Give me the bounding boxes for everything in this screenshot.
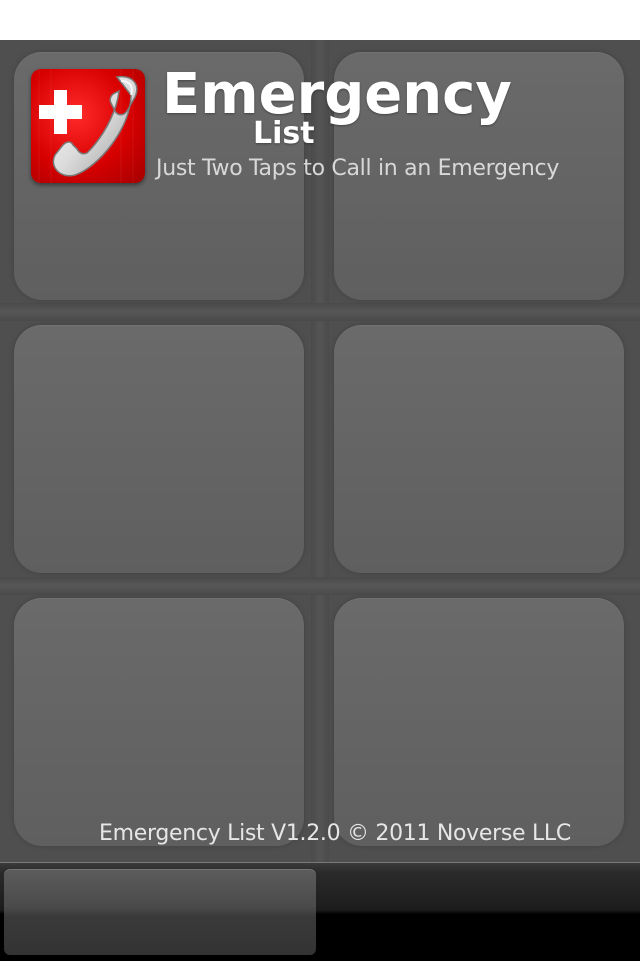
contact-tile-6[interactable] — [334, 598, 624, 846]
red-phone-plus-icon — [31, 69, 145, 183]
bottom-toolbar — [0, 862, 640, 961]
contact-tile-5[interactable] — [14, 598, 304, 846]
contact-tile-4[interactable] — [334, 325, 624, 573]
contact-tile-3[interactable] — [14, 325, 304, 573]
main-screen: Emergency List Just Two Taps to Call in … — [0, 40, 640, 862]
app-title-sub: List — [253, 116, 315, 151]
app-title: Emergency — [162, 62, 512, 127]
status-bar — [0, 0, 640, 40]
grid-divider-horizontal-2 — [0, 577, 640, 595]
grid-divider-horizontal-1 — [0, 303, 640, 321]
toolbar-button[interactable] — [4, 869, 316, 955]
app-tagline: Just Two Taps to Call in an Emergency — [156, 156, 560, 181]
version-copyright: Emergency List V1.2.0 © 2011 Noverse LLC — [99, 821, 571, 846]
